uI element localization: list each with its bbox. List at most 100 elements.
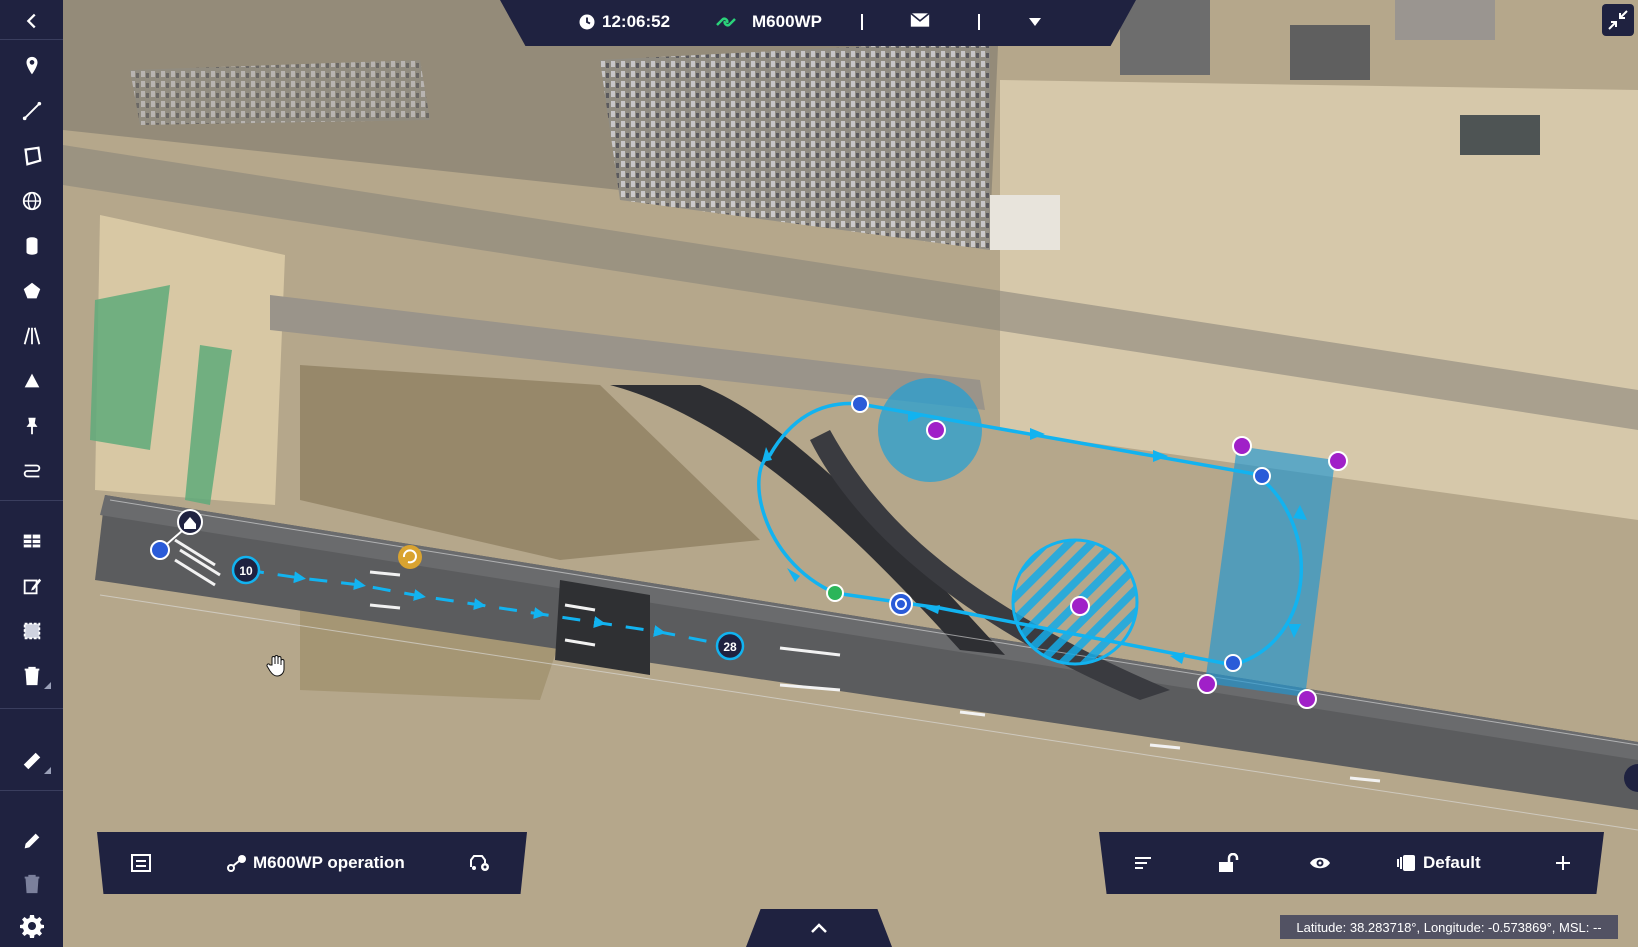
polygon-icon: [23, 146, 42, 166]
target-vertex: [889, 592, 913, 616]
clock: 12:06:52: [578, 12, 670, 32]
marker-tool[interactable]: [0, 45, 63, 87]
pentagon-tool[interactable]: [0, 270, 63, 312]
divider: [0, 790, 63, 791]
ruler-tool[interactable]: [0, 740, 63, 782]
expand-bottom-panel-button[interactable]: [746, 909, 892, 947]
operation-panel: M600WP operation: [97, 832, 527, 894]
trash-tool[interactable]: [0, 863, 63, 905]
view-controls-panel: Default: [1099, 832, 1604, 894]
takeoff-vertex: [826, 584, 844, 602]
edit-icon: [23, 578, 41, 595]
divider: [978, 14, 980, 30]
chevron-up-icon: [811, 923, 827, 933]
divider: [0, 500, 63, 501]
delete-tool[interactable]: [0, 655, 63, 697]
geofence-vertex: [1328, 451, 1348, 471]
clock-icon: [579, 14, 595, 30]
plus-icon: [1556, 856, 1570, 870]
pencil-icon: [24, 833, 39, 849]
chevron-down-icon: [1029, 18, 1041, 26]
marker-icon: [26, 56, 37, 75]
map-canvas[interactable]: 10 28: [0, 0, 1638, 947]
submenu-corner: [44, 682, 51, 689]
clock-time: 12:06:52: [602, 12, 671, 31]
operation-list-button[interactable]: [131, 854, 151, 872]
drone-route-icon: [227, 855, 246, 872]
top-status-bar: 12:06:52 M600WP: [500, 0, 1136, 46]
select-area-tool[interactable]: [0, 610, 63, 652]
unlock-icon: [1219, 853, 1239, 872]
start-point-marker: [150, 540, 170, 560]
operation-title[interactable]: M600WP operation: [227, 853, 405, 873]
globe-icon: [22, 191, 41, 211]
pentagon-icon: [23, 282, 40, 299]
table-icon: [23, 534, 40, 548]
back-icon: [26, 13, 36, 29]
geofence-vertex: [1070, 596, 1090, 616]
geofence-vertex: [926, 420, 946, 440]
submenu-corner: [44, 767, 51, 774]
line-tool[interactable]: [0, 90, 63, 132]
corridor-icon: [23, 327, 40, 345]
settings-icon: [19, 915, 44, 938]
vehicle-settings-icon: [470, 855, 489, 871]
pencil-tool[interactable]: [0, 820, 63, 862]
list-icon: [131, 854, 151, 872]
cursor-coordinates: Latitude: 38.283718°, Longitude: -0.5738…: [1280, 915, 1618, 939]
waypoint-start-label: 10: [239, 564, 253, 578]
table-tool[interactable]: [0, 520, 63, 562]
route-tool[interactable]: [0, 450, 63, 492]
operation-settings-button[interactable]: [469, 854, 491, 872]
divider: [0, 708, 63, 709]
trash-icon: [24, 874, 39, 894]
settings-button[interactable]: [0, 905, 63, 947]
map-view[interactable]: 10 28: [0, 0, 1638, 947]
cone-icon: [24, 373, 39, 388]
layers-icon: [1397, 855, 1415, 871]
polygon-tool[interactable]: [0, 135, 63, 177]
pin-tool[interactable]: [0, 405, 63, 447]
route-vertex: [851, 395, 869, 413]
add-layer-button[interactable]: [1554, 854, 1572, 872]
link-icon: [716, 17, 736, 27]
collapse-icon: [1608, 10, 1628, 30]
cylinder-icon: [26, 237, 37, 255]
mail-icon: [910, 12, 930, 27]
cylinder-tool[interactable]: [0, 225, 63, 267]
fullscreen-button[interactable]: [1602, 4, 1634, 36]
edit-tool[interactable]: [0, 565, 63, 607]
layer-selector[interactable]: Default: [1397, 853, 1481, 873]
vehicle-link[interactable]: M600WP: [714, 12, 822, 32]
lock-button[interactable]: [1217, 853, 1239, 873]
line-icon: [22, 101, 41, 121]
geofence-vertex: [1297, 689, 1317, 709]
layer-name: Default: [1423, 853, 1481, 872]
sort-button[interactable]: [1133, 855, 1153, 871]
route-vertex: [1224, 654, 1242, 672]
messages-button[interactable]: [910, 12, 930, 28]
corridor-tool[interactable]: [0, 315, 63, 357]
waypoint-end-label: 28: [723, 640, 737, 654]
visibility-button[interactable]: [1309, 855, 1331, 871]
route-icon: [23, 464, 40, 478]
operation-name: M600WP operation: [253, 853, 405, 872]
divider: [861, 14, 863, 30]
tool-sidebar: [0, 0, 63, 947]
ruler-icon: [23, 752, 40, 770]
vehicle-name: M600WP: [752, 12, 822, 31]
back-button[interactable]: [0, 0, 63, 42]
pin-icon: [26, 417, 37, 435]
delete-icon: [24, 666, 39, 686]
route-vertex: [1253, 467, 1271, 485]
globe-tool[interactable]: [0, 180, 63, 222]
divider: [0, 39, 63, 40]
geofence-vertex: [1232, 436, 1252, 456]
sort-icon: [1135, 857, 1151, 869]
cone-tool[interactable]: [0, 360, 63, 402]
dropdown-button[interactable]: [1028, 17, 1042, 27]
eye-icon: [1310, 857, 1330, 869]
return-marker: [398, 545, 422, 569]
geofence-vertex: [1197, 674, 1217, 694]
select-area-icon: [23, 622, 40, 640]
